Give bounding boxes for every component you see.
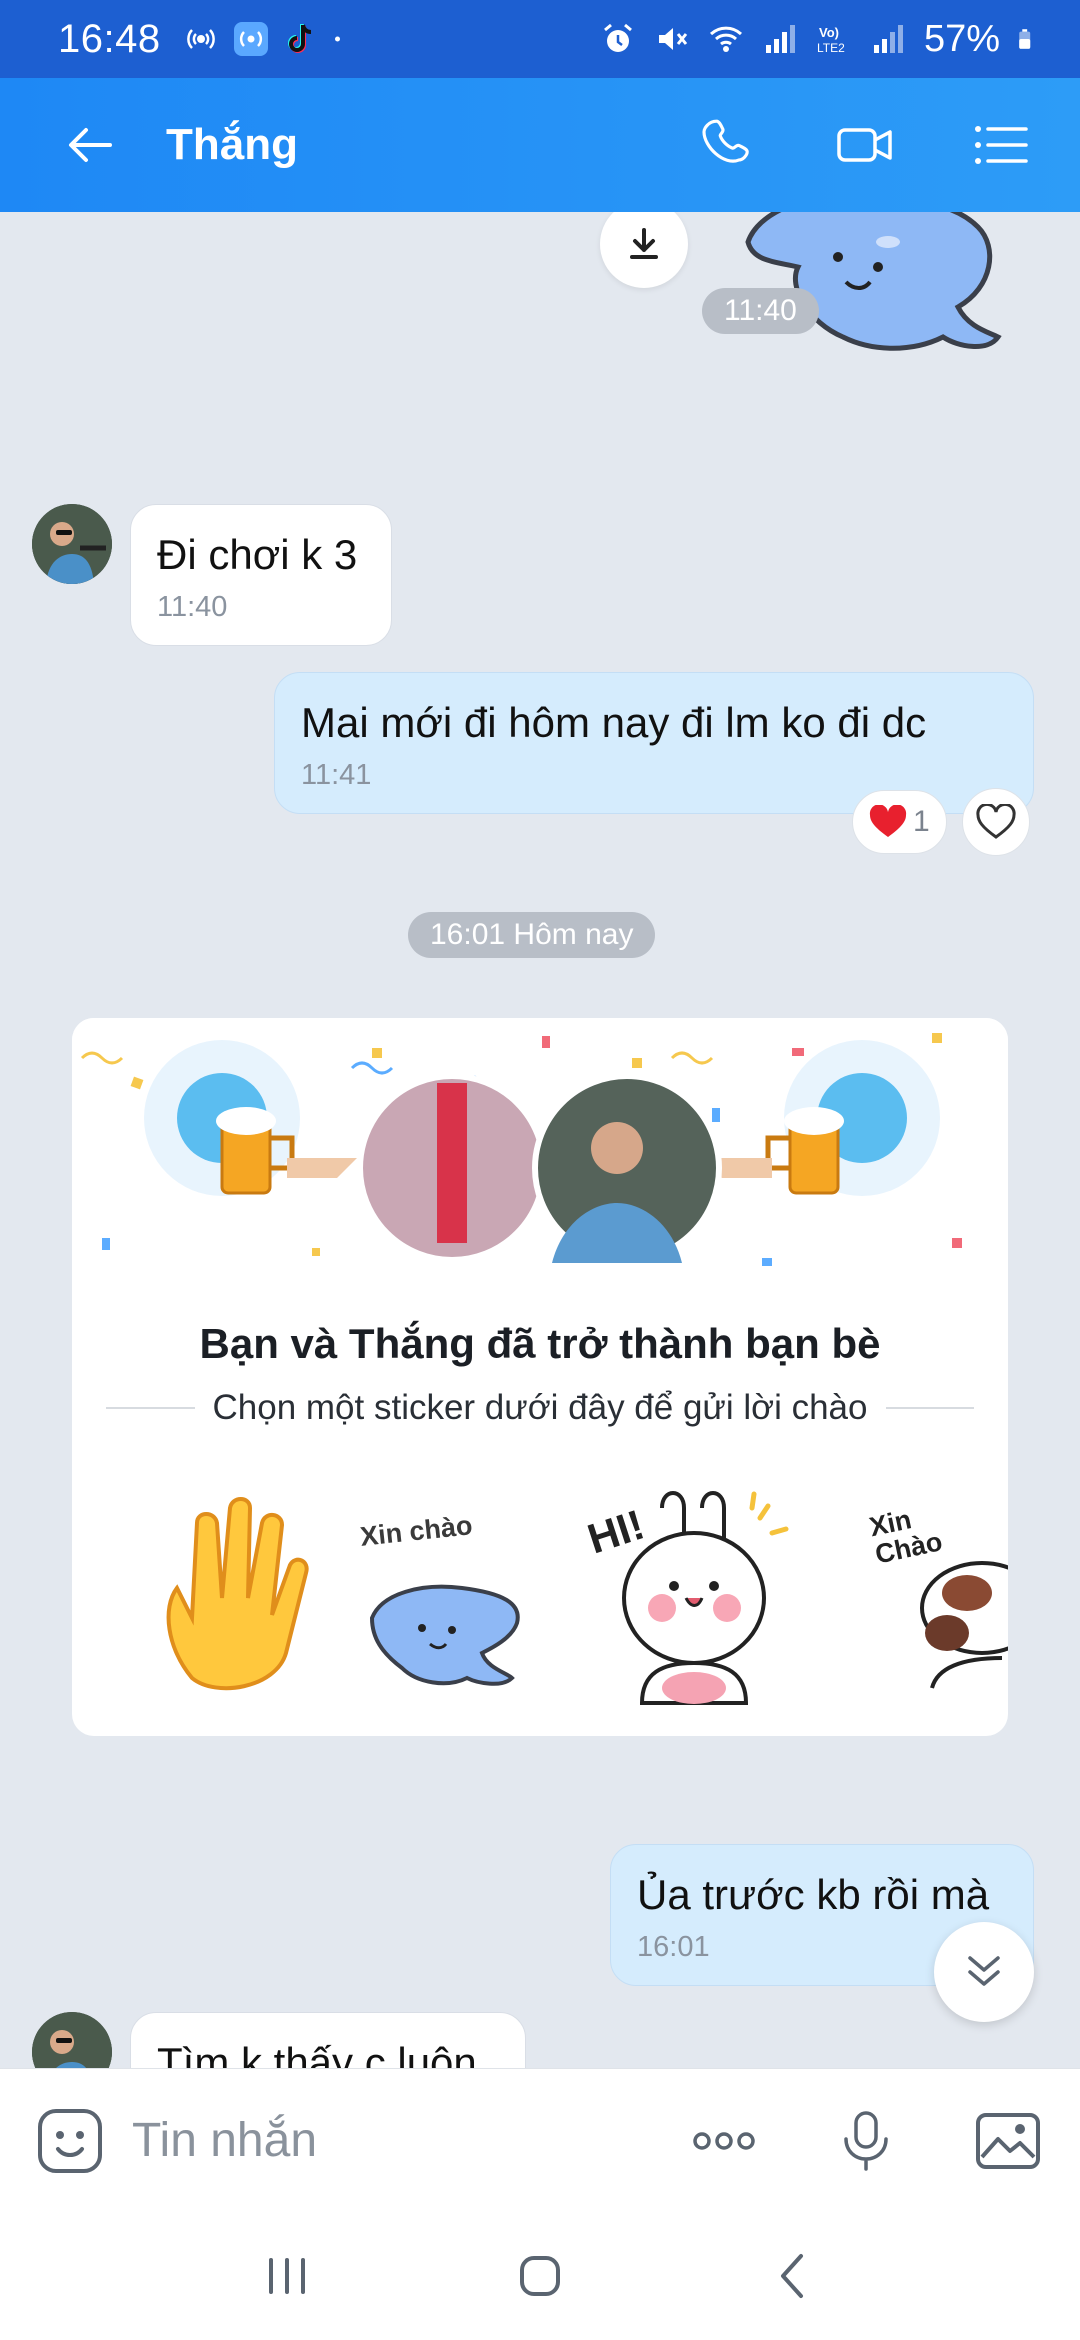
composer-tools bbox=[688, 2105, 1044, 2177]
time-separator: 16:01 Hôm nay bbox=[408, 912, 656, 958]
message-text: Đi chơi k 3 bbox=[157, 531, 358, 578]
battery-percent: 57% bbox=[923, 17, 1000, 60]
incoming-message[interactable]: Tìm k thấy c luôn bbox=[130, 2012, 526, 2068]
scroll-to-bottom-button[interactable] bbox=[934, 1922, 1034, 2022]
volte-icon: Vo)LTE2 bbox=[817, 25, 845, 55]
divider bbox=[885, 1407, 974, 1409]
signal-icon bbox=[765, 25, 795, 53]
tiktok-icon bbox=[287, 24, 311, 53]
cat-sticker-art bbox=[369, 1584, 520, 1686]
menu-list-icon[interactable] bbox=[972, 116, 1030, 174]
sticker-text: Xin chào bbox=[358, 1510, 474, 1552]
back-arrow-icon[interactable] bbox=[62, 117, 118, 173]
divider bbox=[106, 1407, 195, 1409]
image-gallery-icon[interactable] bbox=[972, 2105, 1044, 2177]
friend-card-subtitle-row: Chọn một sticker dưới đây để gửi lời chà… bbox=[106, 1388, 974, 1428]
message-text: Tìm k thấy c luôn bbox=[157, 2039, 477, 2068]
new-friend-card: Bạn và Thắng đã trở thành bạn bè Chọn mộ… bbox=[72, 1018, 1008, 1736]
contact-name[interactable]: Thắng bbox=[166, 120, 298, 170]
signal2-icon bbox=[873, 25, 903, 53]
alarm-icon bbox=[603, 23, 632, 52]
home-icon[interactable] bbox=[510, 2246, 570, 2306]
battery-icon bbox=[1019, 29, 1031, 49]
video-call-icon[interactable] bbox=[836, 116, 894, 174]
status-left-icons bbox=[183, 21, 351, 57]
reaction-summary[interactable]: 1 bbox=[852, 790, 947, 854]
contact-avatar[interactable] bbox=[32, 2012, 112, 2068]
chat-header: Thắng bbox=[0, 78, 1080, 212]
bunny-sticker-art bbox=[622, 1491, 789, 1705]
heart-outline-icon bbox=[976, 804, 1016, 839]
mute-icon bbox=[658, 28, 688, 50]
bunny-hi-sticker[interactable]: HI! bbox=[582, 1488, 792, 1708]
svg-text:Vo): Vo) bbox=[819, 25, 839, 40]
hotspot-icon bbox=[186, 29, 215, 49]
wifi-icon bbox=[709, 26, 742, 52]
status-bar: 16:48 Vo) LTE2 57% bbox=[0, 0, 1080, 78]
status-right-icons: Vo) LTE2 57% bbox=[600, 18, 1040, 61]
status-time: 16:48 bbox=[58, 16, 161, 61]
message-input[interactable]: Tin nhắn bbox=[132, 2113, 688, 2168]
more-options-icon[interactable] bbox=[688, 2105, 760, 2177]
download-button[interactable] bbox=[600, 212, 688, 288]
contact-avatar[interactable] bbox=[32, 504, 112, 584]
react-button[interactable] bbox=[962, 788, 1030, 856]
system-back-icon[interactable] bbox=[763, 2246, 823, 2306]
dot-icon bbox=[334, 36, 340, 42]
sticker-emoji-icon[interactable] bbox=[36, 2107, 104, 2175]
message-time: 11:41 bbox=[301, 759, 372, 791]
cat-sticker[interactable]: Xin chào bbox=[352, 1488, 532, 1708]
cow-sticker[interactable]: Xin Chào bbox=[867, 1488, 1008, 1708]
greeting-sticker-row: Xin chào HI! Xin Chào bbox=[72, 1488, 1008, 1708]
phone-icon[interactable] bbox=[700, 116, 758, 174]
download-icon bbox=[630, 228, 658, 259]
friend-banner-illustration bbox=[72, 1018, 1008, 1308]
heart-filled-icon bbox=[869, 805, 907, 837]
cow-sticker-art bbox=[920, 1561, 1008, 1689]
friend-card-subtitle: Chọn một sticker dưới đây để gửi lời chà… bbox=[212, 1388, 868, 1427]
double-chevron-down-icon bbox=[968, 1956, 1000, 1986]
message-list[interactable]: 11:40 Đi chơi k 3 11:40 Mai mới đi hôm n… bbox=[0, 212, 1080, 2068]
friend-card-title: Bạn và Thắng đã trở thành bạn bè bbox=[199, 1320, 881, 1367]
recent-apps-icon[interactable] bbox=[257, 2246, 317, 2306]
message-text: Mai mới đi hôm nay đi lm ko đi dc bbox=[301, 699, 927, 746]
time-separator: 11:40 bbox=[702, 288, 819, 334]
hotspot-badge-icon bbox=[233, 22, 268, 56]
message-time: 11:40 bbox=[157, 591, 228, 623]
message-text: Ủa trước kb rồi mà bbox=[637, 1871, 990, 1918]
waving-hand-sticker[interactable] bbox=[152, 1488, 312, 1708]
voice-message-icon[interactable] bbox=[830, 2105, 902, 2177]
message-composer: Tin nhắn bbox=[0, 2068, 1080, 2212]
svg-text:LTE2: LTE2 bbox=[817, 41, 845, 55]
reaction-count: 1 bbox=[913, 805, 930, 838]
system-nav-bar bbox=[0, 2212, 1080, 2340]
avatar-photo bbox=[32, 2012, 112, 2068]
incoming-message[interactable]: Đi chơi k 3 11:40 bbox=[130, 504, 392, 646]
header-actions bbox=[700, 116, 1030, 174]
avatar-photo bbox=[32, 504, 112, 584]
